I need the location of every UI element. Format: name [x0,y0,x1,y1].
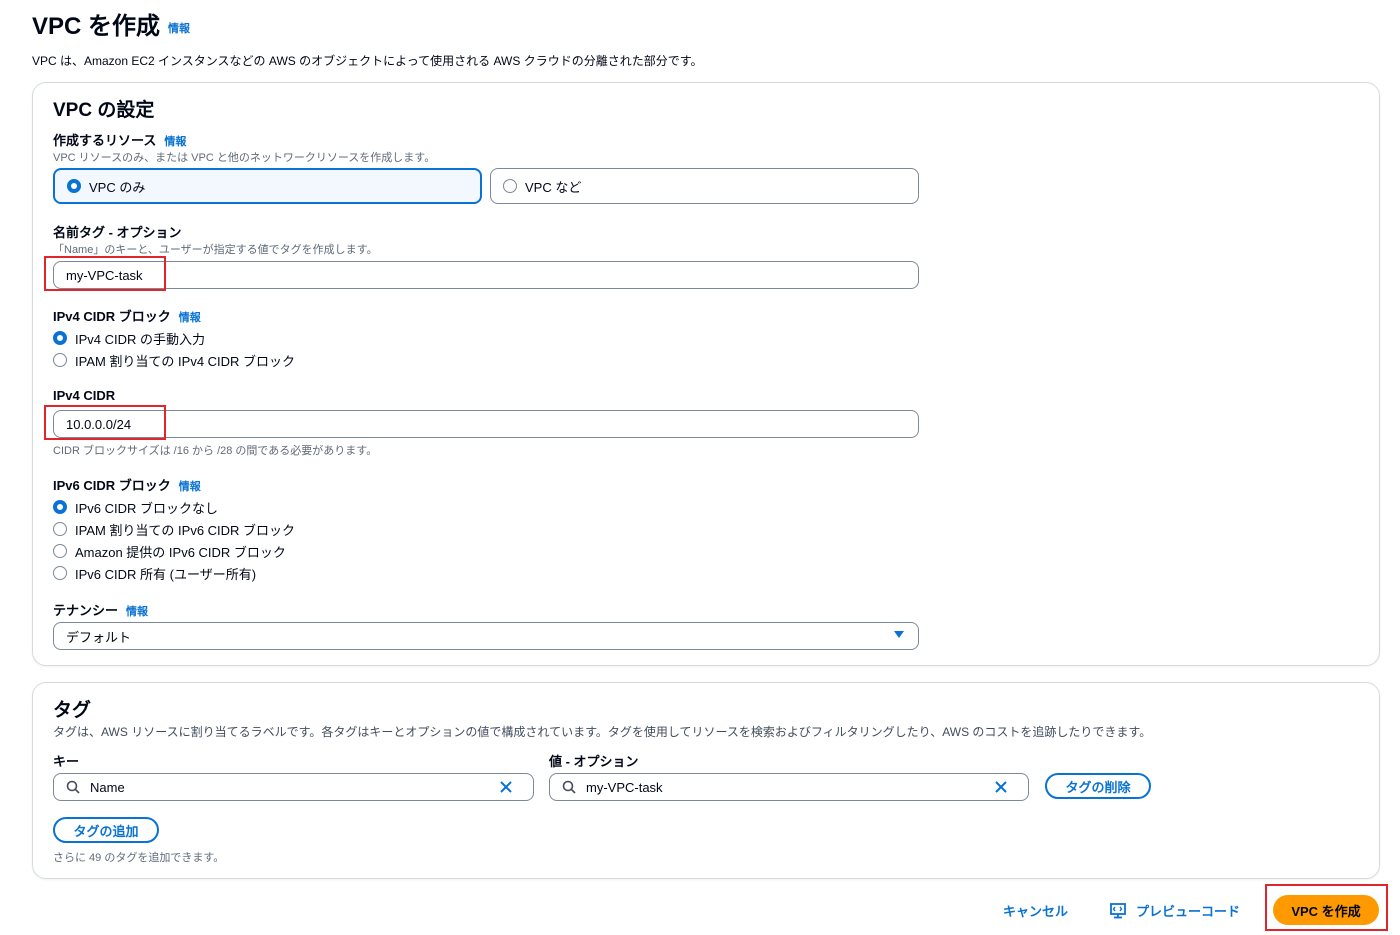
ipv4-block-info-link[interactable]: 情報 [179,312,201,324]
ipv6-block-info-link[interactable]: 情報 [179,481,201,493]
ipv4-cidr-hint: CIDR ブロックサイズは /16 から /28 の間である必要があります。 [53,445,378,457]
preview-code-button[interactable]: プレビューコード [1110,901,1240,920]
preview-code-icon [1110,902,1126,918]
ipv4-option-manual[interactable]: IPv4 CIDR の手動入力 [53,329,205,347]
ipv4-option-ipam[interactable]: IPAM 割り当ての IPv4 CIDR ブロック [53,351,295,369]
radio-unselected-icon [53,566,67,580]
resources-hint: VPC リソースのみ、または VPC と他のネットワークリソースを作成します。 [53,152,436,164]
radio-selected-icon [53,331,67,345]
radio-unselected-icon [53,522,67,536]
ipv4-cidr-value: 10.0.0.0/24 [66,416,132,432]
name-tag-label: 名前タグ - オプション [53,225,182,240]
ipv6-option-label: IPAM 割り当ての IPv6 CIDR ブロック [75,522,296,538]
ipv4-option-label: IPAM 割り当ての IPv4 CIDR ブロック [75,353,296,369]
ipv6-option-label: Amazon 提供の IPv6 CIDR ブロック [75,544,286,560]
tenancy-label-text: テナンシー [53,603,119,618]
remove-tag-button[interactable]: タグの削除 [1045,773,1151,799]
resource-option-label: VPC など [525,179,582,195]
vpc-settings-panel: VPC の設定 作成するリソース 情報 VPC リソースのみ、または VPC と他… [32,82,1380,666]
resource-option-vpc-only[interactable]: VPC のみ [53,168,482,204]
name-tag-hint: 「Name」のキーと、ユーザーが指定する値でタグを作成します。 [53,244,378,256]
add-tag-button[interactable]: タグの追加 [53,817,159,843]
ipv4-block-label: IPv4 CIDR ブロック 情報 [53,306,201,325]
create-vpc-button[interactable]: VPC を作成 [1273,895,1379,925]
name-tag-value: my-VPC-task [66,267,143,283]
tag-value-input[interactable]: my-VPC-task [549,773,1029,801]
search-icon [562,780,576,794]
caret-down-icon [894,631,904,638]
resources-info-link[interactable]: 情報 [164,136,186,148]
tags-panel: タグ タグは、AWS リソースに割り当てるラベルです。各タグはキーとオプションの… [32,682,1380,879]
tenancy-label: テナンシー 情報 [53,600,148,619]
tenancy-select[interactable]: デフォルト [53,622,919,650]
resources-label: 作成するリソース 情報 [53,130,186,149]
ipv4-block-label-text: IPv4 CIDR ブロック [53,309,171,324]
ipv4-cidr-input[interactable]: 10.0.0.0/24 [53,410,919,438]
clear-icon[interactable] [499,780,513,794]
tenancy-value: デフォルト [66,629,132,645]
resource-option-label: VPC のみ [89,179,146,195]
radio-unselected-icon [503,179,517,193]
ipv6-block-label-text: IPv6 CIDR ブロック [53,478,171,493]
radio-unselected-icon [53,353,67,367]
tags-heading: タグ [53,700,92,721]
ipv4-cidr-label: IPv4 CIDR [53,388,116,403]
search-icon [66,780,80,794]
radio-selected-icon [67,179,81,193]
ipv6-option-none[interactable]: IPv6 CIDR ブロックなし [53,498,218,516]
page-title: VPC を作成 情報 [32,6,190,41]
remaining-tags-hint: さらに 49 のタグを追加できます。 [53,852,225,864]
ipv6-option-byoip[interactable]: IPv6 CIDR 所有 (ユーザー所有) [53,564,256,582]
resources-label-text: 作成するリソース [53,133,157,148]
ipv6-block-label: IPv6 CIDR ブロック 情報 [53,475,201,494]
radio-unselected-icon [53,544,67,558]
ipv4-option-label: IPv4 CIDR の手動入力 [75,331,206,347]
radio-selected-icon [53,500,67,514]
tag-key-value: Name [90,779,125,795]
tenancy-info-link[interactable]: 情報 [126,606,148,618]
ipv6-option-ipam[interactable]: IPAM 割り当ての IPv6 CIDR ブロック [53,520,295,538]
tag-key-label: キー [53,754,80,769]
name-tag-input[interactable]: my-VPC-task [53,261,919,289]
ipv6-option-amazon[interactable]: Amazon 提供の IPv6 CIDR ブロック [53,542,286,560]
page-title-text: VPC を作成 [32,13,161,40]
preview-code-label: プレビューコード [1136,904,1241,919]
ipv6-option-label: IPv6 CIDR ブロックなし [75,500,219,516]
tag-value-label: 値 - オプション [549,754,639,769]
page-description: VPC は、Amazon EC2 インスタンスなどの AWS のオブジェクトによ… [32,54,703,68]
tag-key-input[interactable]: Name [53,773,534,801]
ipv6-option-label: IPv6 CIDR 所有 (ユーザー所有) [75,566,257,582]
clear-icon[interactable] [994,780,1008,794]
page-info-link[interactable]: 情報 [168,23,190,35]
vpc-settings-heading: VPC の設定 [53,100,155,121]
tags-description: タグは、AWS リソースに割り当てるラベルです。各タグはキーとオプションの値で構… [53,725,1152,739]
tag-value-value: my-VPC-task [586,779,663,795]
resource-option-vpc-and-more[interactable]: VPC など [490,168,919,204]
cancel-button[interactable]: キャンセル [1003,901,1068,920]
